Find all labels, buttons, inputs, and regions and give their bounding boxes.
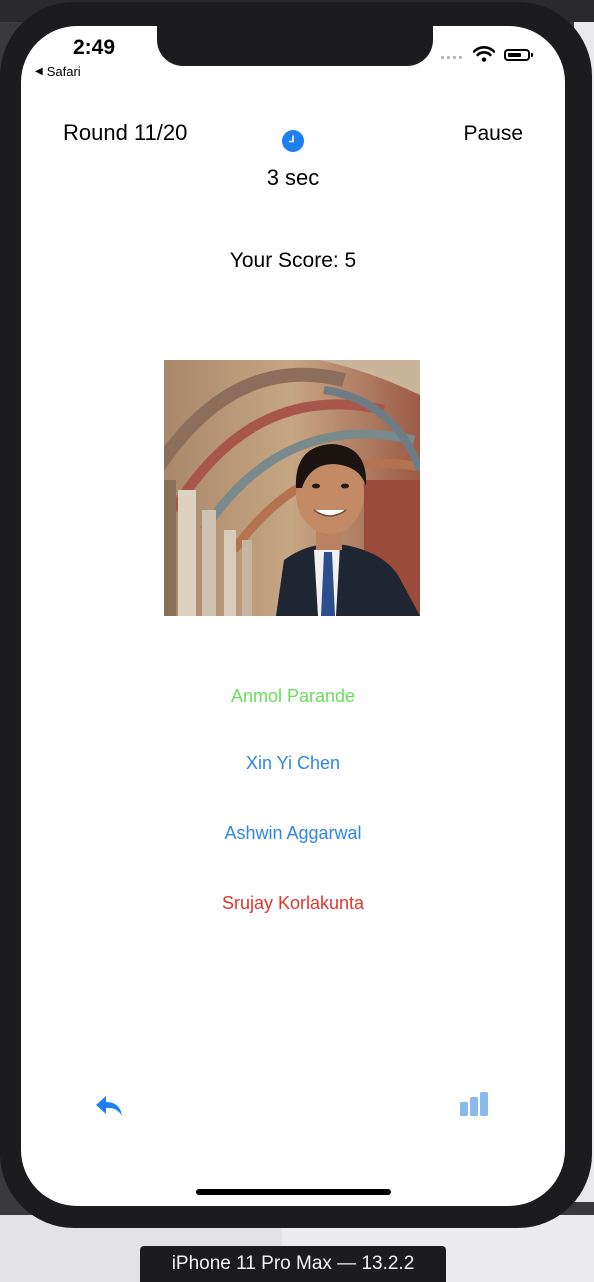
home-indicator[interactable] bbox=[196, 1189, 391, 1195]
person-photo bbox=[164, 360, 420, 616]
answer-option-1[interactable]: Anmol Parande bbox=[21, 686, 565, 707]
cellular-signal-icon bbox=[441, 56, 462, 59]
notch bbox=[157, 26, 433, 66]
bar-chart-icon[interactable] bbox=[459, 1092, 489, 1116]
back-to-safari-link[interactable]: ◀ Safari bbox=[35, 64, 81, 79]
timer-text: 3 sec bbox=[266, 165, 320, 190]
back-to-safari-label: Safari bbox=[46, 64, 81, 79]
status-time: 2:49 bbox=[73, 36, 116, 59]
answer-option-3[interactable]: Ashwin Aggarwal bbox=[21, 823, 565, 844]
phone-frame: 2:49 ◀ Safari Round 11/20 Pause 3 sec Yo… bbox=[0, 2, 592, 1228]
battery-icon bbox=[504, 49, 533, 61]
back-triangle-icon: ◀ bbox=[35, 66, 43, 77]
simulator-device-label: iPhone 11 Pro Max — 13.2.2 bbox=[140, 1246, 446, 1282]
answer-option-2[interactable]: Xin Yi Chen bbox=[21, 753, 565, 774]
clock-icon bbox=[282, 130, 304, 152]
pause-button[interactable]: Pause bbox=[463, 122, 523, 146]
reply-arrow-icon[interactable] bbox=[95, 1094, 123, 1118]
answer-option-4[interactable]: Srujay Korlakunta bbox=[21, 893, 565, 914]
phone-screen: 2:49 ◀ Safari Round 11/20 Pause 3 sec Yo… bbox=[21, 26, 565, 1206]
wifi-icon bbox=[473, 46, 495, 62]
score-text: Your Score: 5 bbox=[229, 249, 357, 272]
round-counter: Round 11/20 bbox=[63, 120, 188, 145]
